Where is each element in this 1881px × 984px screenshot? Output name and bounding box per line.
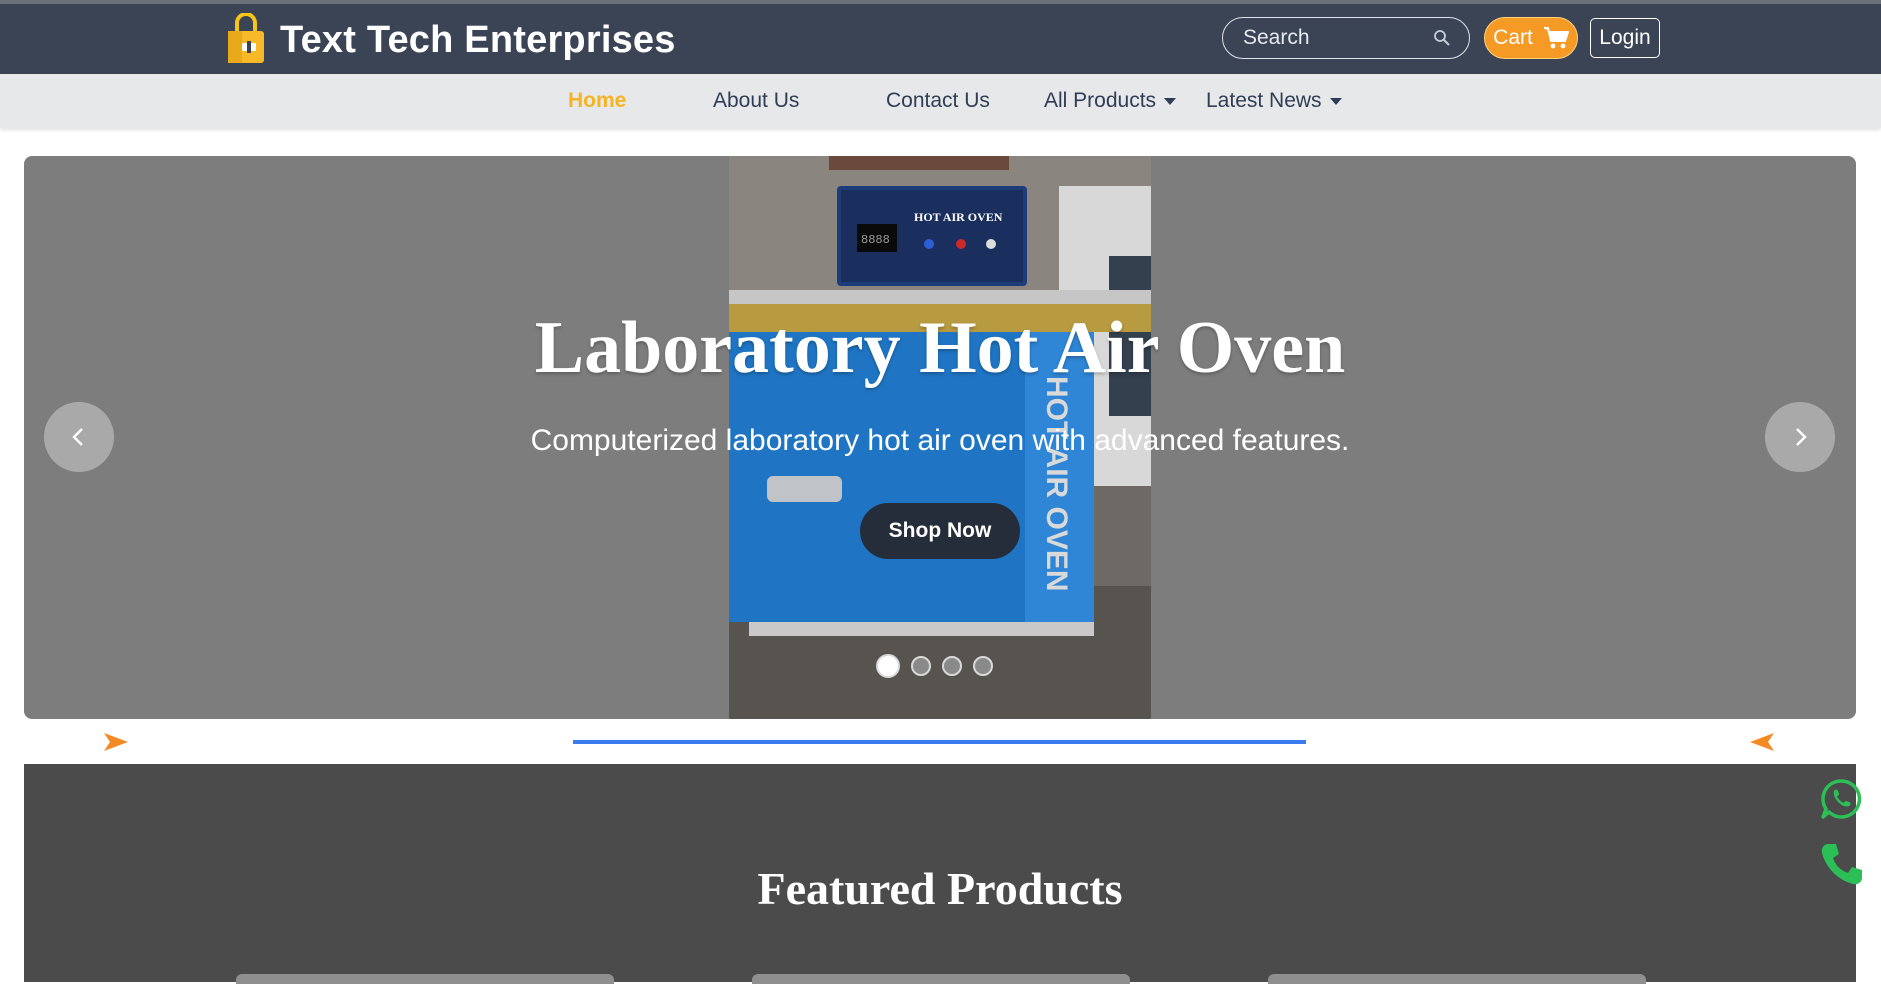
oven-panel-label: HOT AIR OVEN	[914, 210, 1003, 224]
hero-subheading: Computerized laboratory hot air oven wit…	[530, 424, 1350, 457]
cart-icon	[1543, 27, 1569, 49]
nav-about-us[interactable]: About Us	[713, 74, 799, 128]
hero-heading: Laboratory Hot Air Oven	[534, 307, 1346, 389]
shopping-bag-icon	[228, 13, 264, 63]
chevron-left-icon	[72, 428, 83, 446]
nav-latest-news-label: Latest News	[1206, 89, 1322, 112]
brand[interactable]: Text Tech Enterprises	[222, 12, 676, 68]
carousel-indicators	[876, 654, 993, 678]
cart-label: Cart	[1493, 26, 1533, 49]
featured-products-title: Featured Products	[757, 863, 1123, 914]
nav-all-products[interactable]: All Products	[1044, 74, 1177, 128]
product-card[interactable]	[752, 974, 1130, 984]
search-input[interactable]	[1243, 26, 1433, 50]
phone-icon[interactable]	[1818, 840, 1866, 888]
featured-products-section: Featured Products	[24, 764, 1856, 984]
caret-down-icon	[1164, 97, 1177, 105]
carousel-dot-1[interactable]	[876, 654, 900, 678]
oven-display-readout: 8888	[861, 233, 890, 247]
carousel-dot-4[interactable]	[973, 656, 993, 676]
arrow-right-icon	[104, 733, 128, 751]
carousel-dot-2[interactable]	[911, 656, 931, 676]
chevron-right-icon	[1796, 428, 1807, 446]
brand-title: Text Tech Enterprises	[280, 18, 676, 61]
carousel-next-button[interactable]	[1765, 402, 1835, 472]
whatsapp-icon[interactable]	[1820, 778, 1862, 820]
caret-down-icon	[1329, 97, 1342, 105]
cart-button[interactable]: Cart	[1484, 17, 1578, 59]
carousel-dot-3[interactable]	[942, 656, 962, 676]
product-card[interactable]	[1268, 974, 1646, 984]
search-box	[1222, 17, 1470, 59]
nav-home[interactable]: Home	[568, 74, 626, 128]
hero-carousel: HOT AIR OVEN 8888 HOT AIR OVEN Laborator…	[24, 156, 1856, 719]
nav-contact-us[interactable]: Contact Us	[886, 74, 990, 128]
arrow-left-icon	[1750, 733, 1774, 751]
login-button[interactable]: Login	[1590, 18, 1660, 58]
product-card[interactable]	[236, 974, 614, 984]
oven-door-label: HOT AIR OVEN	[1040, 376, 1073, 592]
nav-all-products-label: All Products	[1044, 89, 1157, 112]
shop-now-button[interactable]: Shop Now	[860, 503, 1020, 559]
section-divider	[573, 740, 1306, 744]
main-nav: Home About Us Contact Us All Products La…	[0, 74, 1881, 128]
site-header: Text Tech Enterprises Cart Login	[0, 4, 1881, 74]
search-icon[interactable]	[1433, 29, 1451, 47]
carousel-prev-button[interactable]	[44, 402, 114, 472]
nav-latest-news[interactable]: Latest News	[1206, 74, 1342, 128]
